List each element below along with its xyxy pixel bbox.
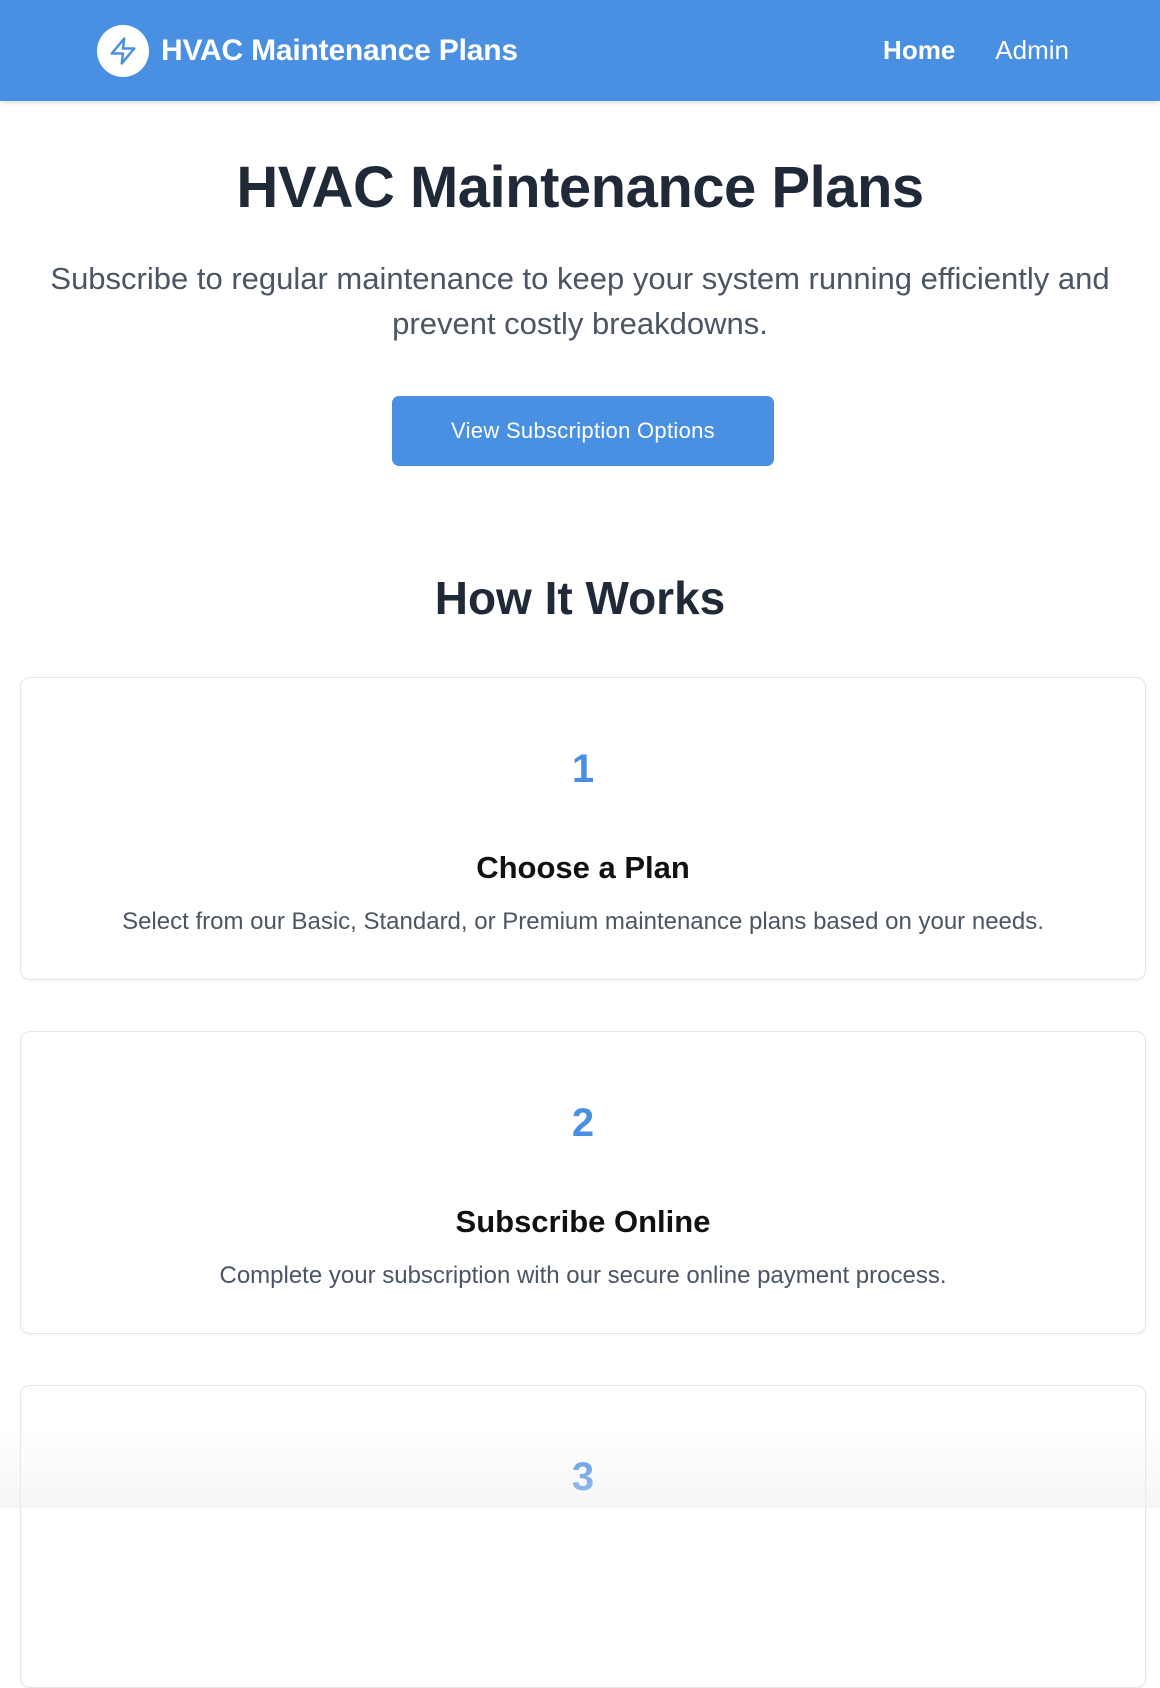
step-card-3: 3 bbox=[20, 1385, 1146, 1688]
step-number: 2 bbox=[571, 1101, 595, 1145]
brand[interactable]: HVAC Maintenance Plans bbox=[97, 25, 518, 77]
brand-title: HVAC Maintenance Plans bbox=[161, 34, 518, 67]
step-description: Select from our Basic, Standard, or Prem… bbox=[122, 908, 1044, 935]
step-description: Complete your subscription with our secu… bbox=[219, 1262, 947, 1289]
step-card-2: 2 Subscribe Online Complete your subscri… bbox=[20, 1031, 1146, 1334]
step-card-1: 1 Choose a Plan Select from our Basic, S… bbox=[20, 677, 1146, 980]
hero-title: HVAC Maintenance Plans bbox=[236, 155, 924, 220]
how-it-works-title: How It Works bbox=[434, 572, 726, 624]
view-subscription-options-button[interactable]: View Subscription Options bbox=[392, 396, 774, 466]
step-number: 1 bbox=[571, 747, 595, 791]
step-number: 3 bbox=[571, 1455, 595, 1499]
step-title: Subscribe Online bbox=[455, 1204, 711, 1239]
nav-link-admin[interactable]: Admin bbox=[995, 35, 1069, 66]
nav-links: Home Admin bbox=[843, 0, 1069, 101]
lightning-bolt-icon bbox=[97, 25, 149, 77]
nav-link-home[interactable]: Home bbox=[883, 35, 955, 66]
hero-subtitle: Subscribe to regular maintenance to keep… bbox=[50, 261, 1110, 341]
top-navbar: HVAC Maintenance Plans Home Admin bbox=[0, 0, 1160, 101]
step-title: Choose a Plan bbox=[476, 850, 690, 885]
